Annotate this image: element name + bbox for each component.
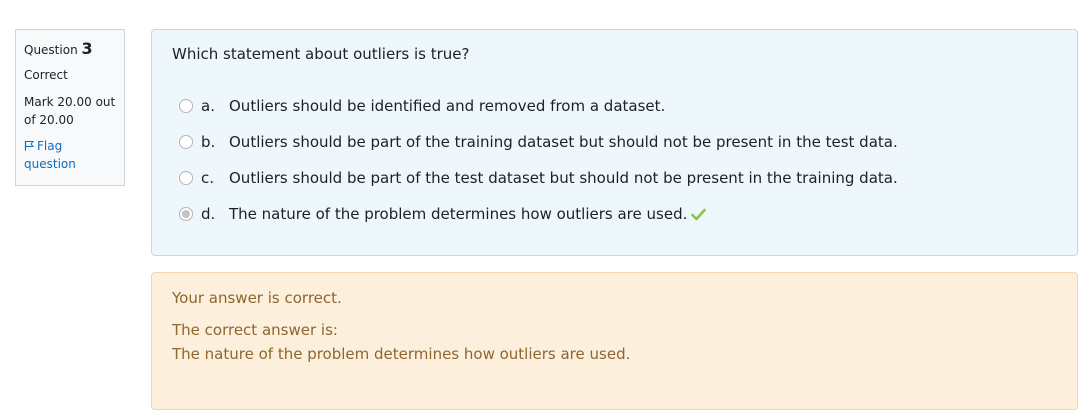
question-text: Which statement about outliers is true? — [172, 45, 470, 63]
option-text: Outliers should be part of the training … — [229, 133, 898, 151]
question-formulation: Which statement about outliers is true? … — [151, 29, 1078, 256]
radio-option-d[interactable] — [179, 207, 193, 221]
option-text: Outliers should be identified and remove… — [229, 97, 666, 115]
option-letter: c. — [201, 169, 215, 187]
flag-icon — [24, 141, 35, 151]
checkmark-icon — [691, 208, 707, 220]
option-text: Outliers should be part of the test data… — [229, 169, 898, 187]
question-info-panel: Question 3 Correct Mark 20.00 out of 20.… — [15, 29, 125, 186]
option-letter: b. — [201, 133, 216, 151]
question-state: Correct — [24, 68, 68, 82]
feedback-panel: Your answer is correct. The correct answ… — [151, 272, 1078, 410]
answer-option-a[interactable]: a. Outliers should be identified and rem… — [179, 95, 665, 117]
radio-option-c[interactable] — [179, 171, 193, 185]
answer-option-b[interactable]: b. Outliers should be part of the traini… — [179, 131, 898, 153]
question-label: Question — [24, 43, 78, 57]
question-number: 3 — [81, 39, 93, 58]
radio-option-a[interactable] — [179, 99, 193, 113]
flag-question-link[interactable]: Flag question — [24, 137, 116, 173]
specific-feedback: Your answer is correct. — [172, 289, 342, 307]
option-letter: a. — [201, 97, 215, 115]
right-answer-label: The correct answer is: — [172, 321, 338, 339]
option-text: The nature of the problem determines how… — [229, 205, 688, 223]
option-letter: d. — [201, 205, 216, 223]
right-answer: The nature of the problem determines how… — [172, 345, 631, 363]
radio-option-b[interactable] — [179, 135, 193, 149]
question-grade: Mark 20.00 out of 20.00 — [24, 95, 116, 127]
answer-option-d[interactable]: d. The nature of the problem determines … — [179, 203, 707, 225]
question-number-line: Question 3 — [24, 40, 116, 59]
answer-option-c[interactable]: c. Outliers should be part of the test d… — [179, 167, 898, 189]
